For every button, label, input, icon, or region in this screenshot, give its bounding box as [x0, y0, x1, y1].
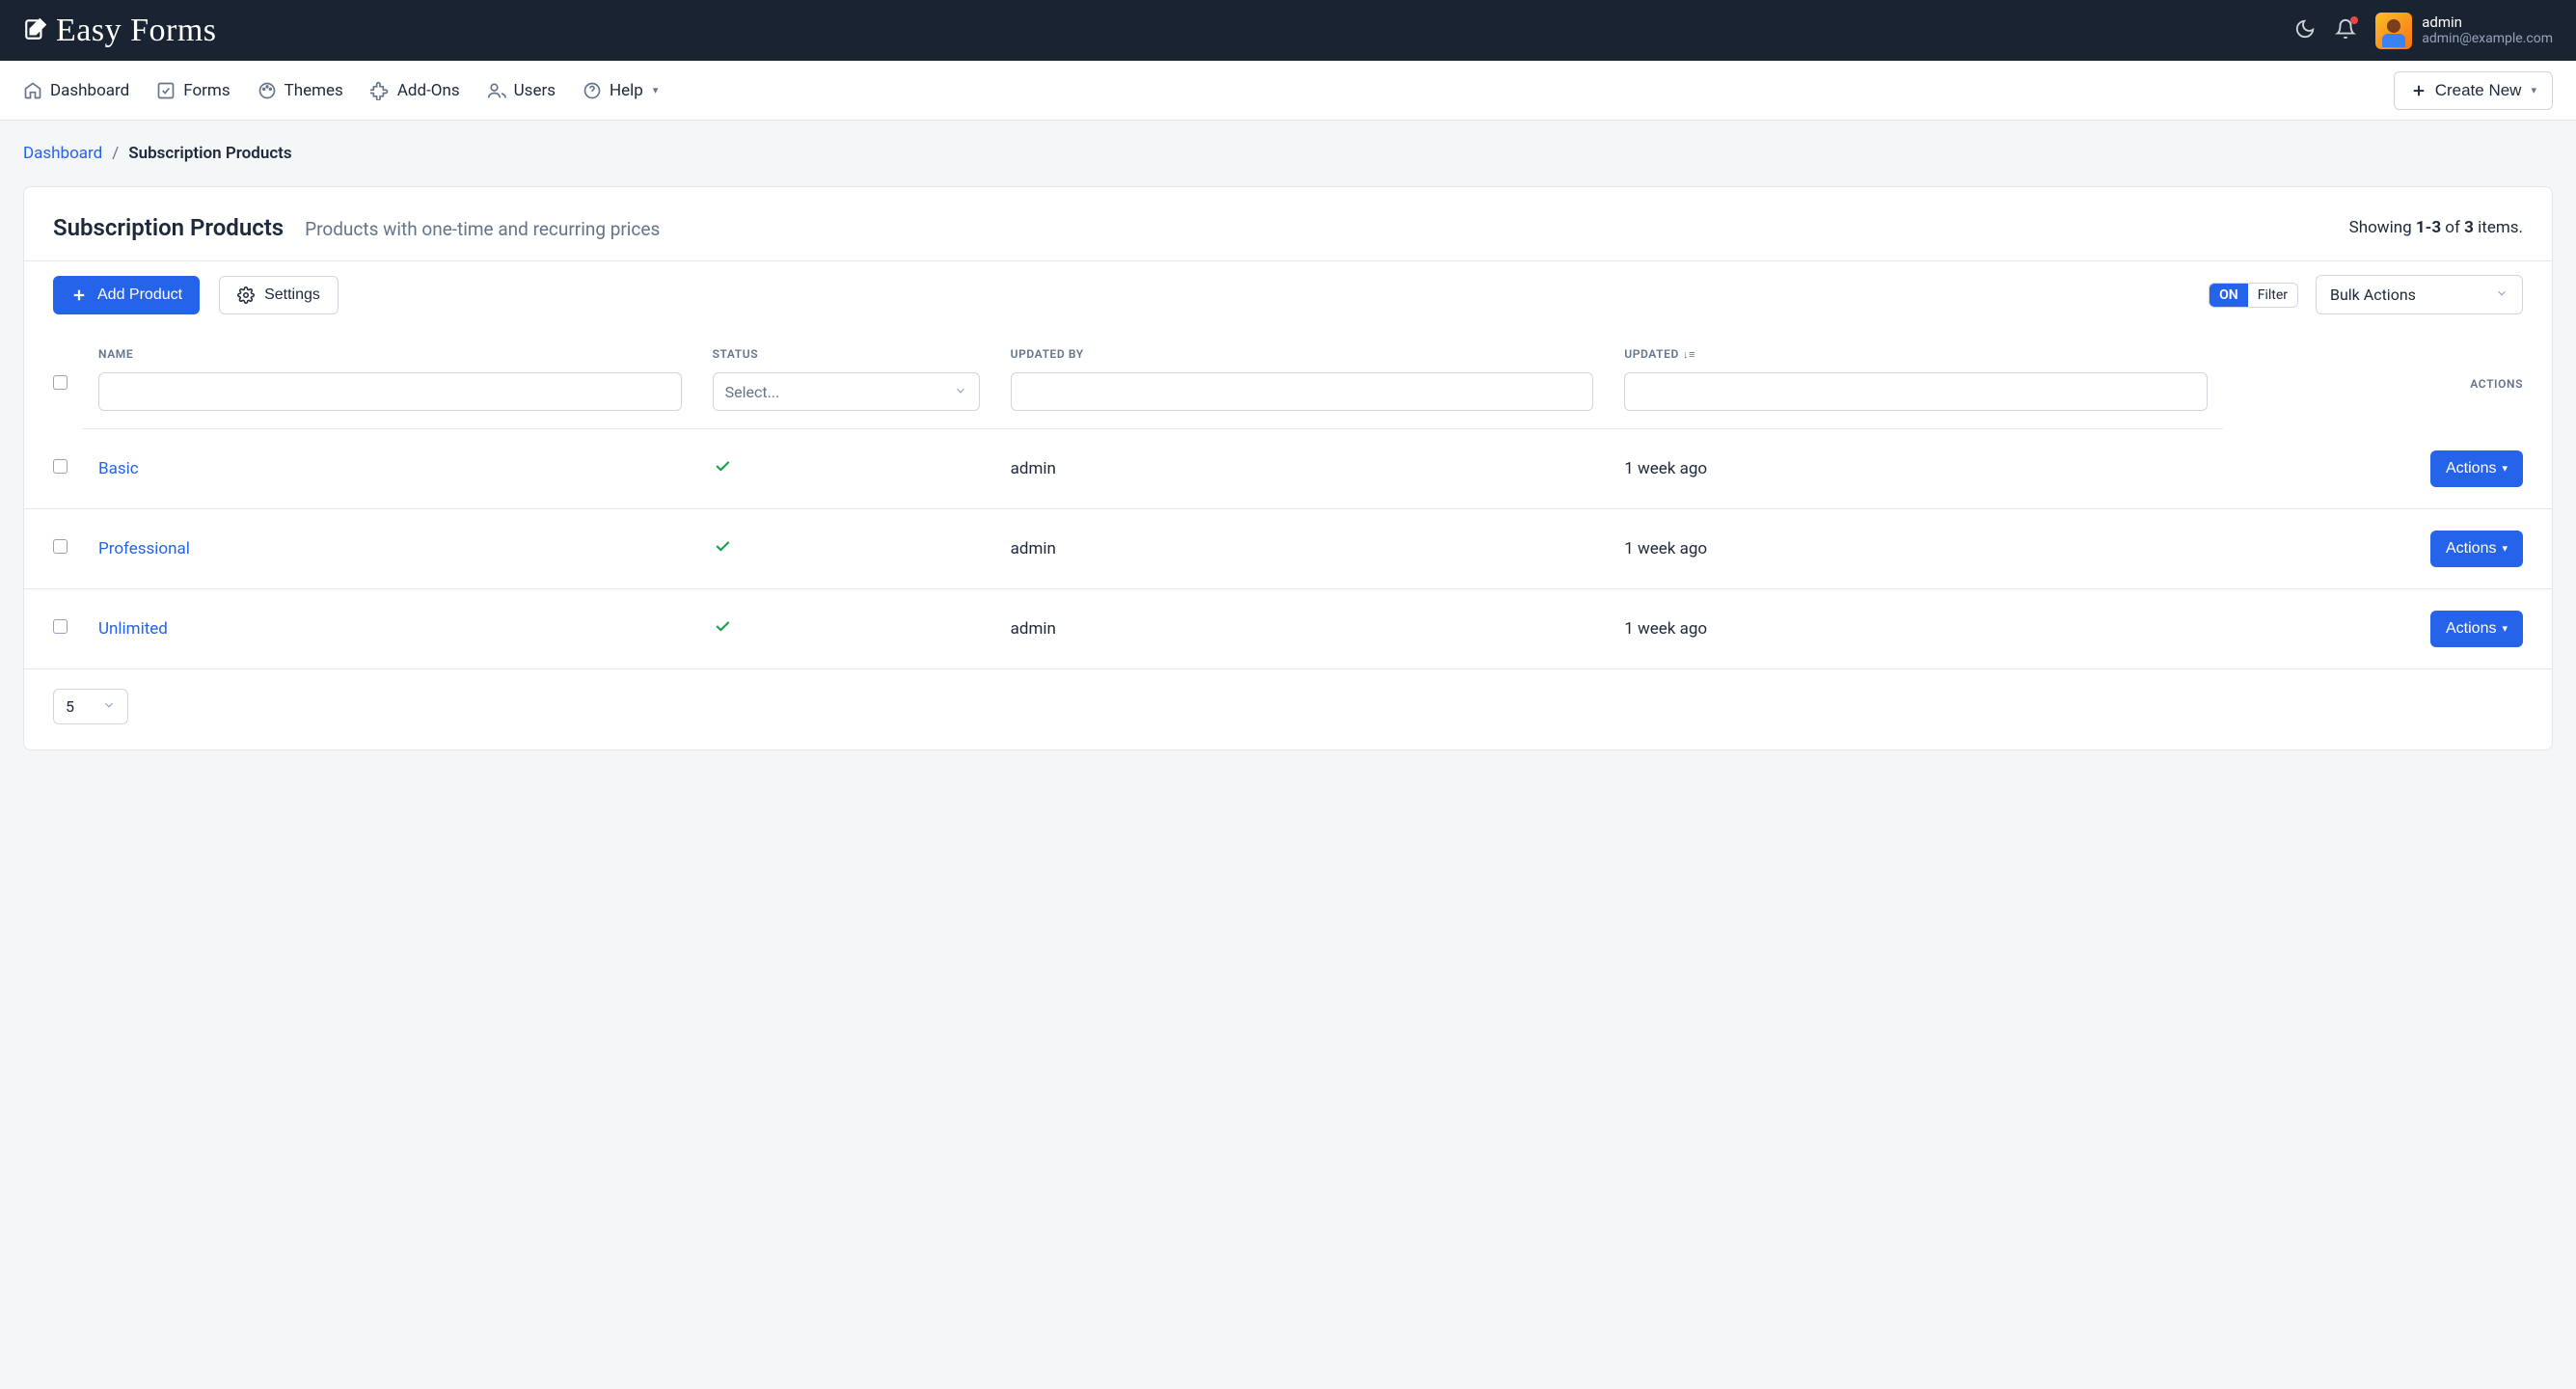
chevron-down-icon: ▾	[2502, 622, 2508, 635]
row-actions-button[interactable]: Actions ▾	[2430, 450, 2523, 487]
bulk-actions-select[interactable]: Bulk Actions	[2316, 275, 2523, 314]
nav-help[interactable]: Help ▾	[583, 64, 658, 118]
gear-icon	[237, 286, 255, 304]
user-email: admin@example.com	[2422, 31, 2553, 47]
product-name-link[interactable]: Basic	[98, 459, 139, 478]
toolbar: Add Product Settings ON Filter Bulk Acti…	[24, 260, 2552, 334]
chevron-down-icon: ▾	[2531, 84, 2536, 96]
product-name-link[interactable]: Unlimited	[98, 619, 168, 639]
breadcrumb-dashboard[interactable]: Dashboard	[23, 144, 102, 163]
chevron-down-icon: ▾	[2502, 542, 2508, 555]
main-content: Dashboard / Subscription Products Subscr…	[0, 121, 2576, 774]
filter-toggle-on: ON	[2210, 284, 2248, 307]
col-actions: ACTIONS	[2223, 334, 2552, 429]
updated-at: 1 week ago	[1624, 619, 1707, 639]
puzzle-icon	[370, 81, 390, 100]
add-product-button[interactable]: Add Product	[53, 276, 200, 314]
chevron-down-icon	[954, 383, 967, 401]
palette-icon	[258, 81, 277, 100]
col-name[interactable]: NAME	[83, 334, 697, 368]
user-name: admin	[2422, 14, 2553, 31]
row-checkbox[interactable]	[53, 619, 68, 634]
check-icon	[713, 461, 732, 480]
filter-status-select[interactable]: Select...	[713, 372, 980, 411]
check-square-icon	[156, 81, 176, 100]
filter-toggle[interactable]: ON Filter	[2209, 283, 2298, 308]
filter-updated-input[interactable]	[1624, 372, 2208, 411]
per-page-select[interactable]: 5	[53, 689, 128, 724]
select-all-checkbox[interactable]	[53, 375, 68, 390]
notification-dot	[2350, 16, 2358, 24]
user-menu[interactable]: admin admin@example.com	[2375, 13, 2553, 49]
chevron-down-icon	[102, 697, 116, 716]
moon-icon[interactable]	[2294, 18, 2316, 43]
sort-desc-icon: ↓≡	[1683, 348, 1695, 361]
product-name-link[interactable]: Professional	[98, 539, 190, 558]
bell-icon[interactable]	[2335, 18, 2356, 43]
col-status[interactable]: STATUS	[697, 334, 995, 368]
plus-icon	[2410, 82, 2427, 99]
nav-forms[interactable]: Forms	[156, 64, 230, 118]
brand[interactable]: Easy Forms	[23, 13, 217, 49]
edit-square-icon	[23, 16, 48, 45]
header-right: admin admin@example.com	[2294, 13, 2553, 49]
home-icon	[23, 81, 42, 100]
updated-by: admin	[1011, 459, 1056, 478]
table-row: Unlimited admin 1 week ago Actions ▾	[24, 588, 2552, 668]
nav-themes[interactable]: Themes	[258, 64, 343, 118]
row-checkbox[interactable]	[53, 459, 68, 474]
updated-at: 1 week ago	[1624, 539, 1707, 558]
page-title: Subscription Products	[53, 214, 284, 241]
updated-by: admin	[1011, 539, 1056, 558]
top-header: Easy Forms admin admin@example.com	[0, 0, 2576, 61]
updated-at: 1 week ago	[1624, 459, 1707, 478]
breadcrumb-current: Subscription Products	[128, 144, 291, 163]
updated-by: admin	[1011, 619, 1056, 639]
row-actions-button[interactable]: Actions ▾	[2430, 611, 2523, 647]
create-new-button[interactable]: Create New ▾	[2394, 71, 2553, 110]
help-icon	[583, 81, 602, 100]
filter-name-input[interactable]	[98, 372, 682, 411]
users-icon	[487, 81, 506, 100]
col-updated-by[interactable]: UPDATED BY	[995, 334, 1610, 368]
check-icon	[713, 621, 732, 640]
check-icon	[713, 541, 732, 560]
chevron-down-icon	[2495, 286, 2508, 304]
main-nav: Dashboard Forms Themes Add-Ons Users Hel…	[0, 61, 2576, 121]
nav-addons[interactable]: Add-Ons	[370, 64, 460, 118]
products-table: NAME STATUS UPDATED BY UPDATED↓≡ ACTIONS…	[24, 334, 2552, 669]
products-card: Subscription Products Products with one-…	[23, 186, 2553, 750]
table-row: Basic admin 1 week ago Actions ▾	[24, 429, 2552, 509]
chevron-down-icon: ▾	[2502, 462, 2508, 475]
nav-users[interactable]: Users	[487, 64, 556, 118]
avatar	[2375, 13, 2412, 49]
plus-icon	[70, 286, 88, 304]
row-checkbox[interactable]	[53, 539, 68, 554]
page-subtitle: Products with one-time and recurring pri…	[305, 218, 660, 240]
breadcrumb-separator: /	[112, 144, 119, 163]
col-updated[interactable]: UPDATED↓≡	[1609, 334, 2223, 368]
breadcrumb: Dashboard / Subscription Products	[23, 144, 2553, 163]
pager: 5	[24, 669, 2552, 749]
settings-button[interactable]: Settings	[219, 276, 339, 314]
chevron-down-icon: ▾	[653, 84, 659, 96]
nav-dashboard[interactable]: Dashboard	[23, 64, 129, 118]
filter-updated-by-input[interactable]	[1011, 372, 1594, 411]
filter-toggle-label: Filter	[2248, 284, 2297, 307]
row-actions-button[interactable]: Actions ▾	[2430, 531, 2523, 567]
table-row: Professional admin 1 week ago Actions ▾	[24, 508, 2552, 588]
showing-count: Showing 1-3 of 3 items.	[2349, 218, 2523, 237]
brand-name: Easy Forms	[56, 13, 217, 49]
